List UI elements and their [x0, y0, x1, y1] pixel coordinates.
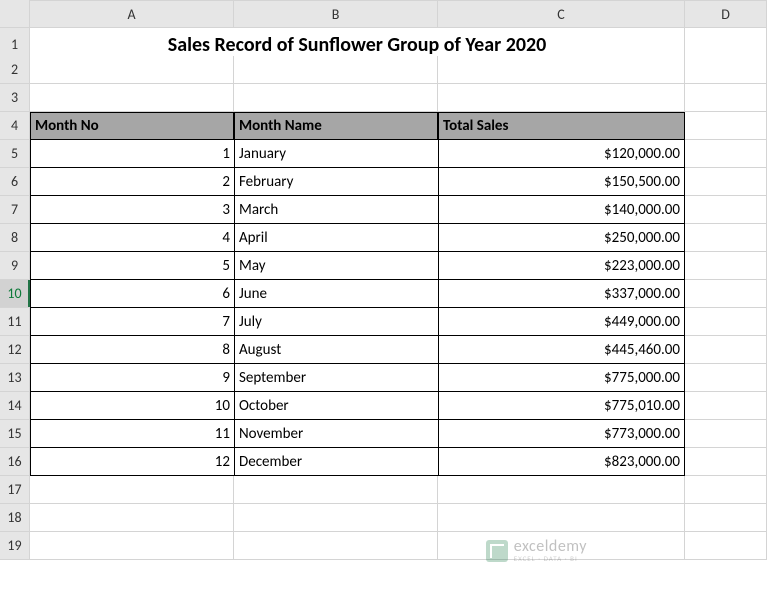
cell-month-no[interactable]: 11: [30, 420, 234, 448]
cell-b3[interactable]: [234, 84, 438, 112]
row-header-13[interactable]: 13: [0, 364, 30, 392]
header-total-sales[interactable]: Total Sales: [438, 112, 685, 140]
cell-a19[interactable]: [30, 532, 234, 560]
cell-month-name[interactable]: February: [234, 168, 438, 196]
cell-month-no[interactable]: 1: [30, 140, 234, 168]
cell-total-sales[interactable]: $449,000.00: [438, 308, 685, 336]
cell-total-sales[interactable]: $775,000.00: [438, 364, 685, 392]
cell-d17[interactable]: [685, 476, 767, 504]
row-header-6[interactable]: 6: [0, 168, 30, 196]
cell-month-name[interactable]: December: [234, 448, 438, 476]
row-header-3[interactable]: 3: [0, 84, 30, 112]
row-header-15[interactable]: 15: [0, 420, 30, 448]
row-header-14[interactable]: 14: [0, 392, 30, 420]
cell-total-sales[interactable]: $823,000.00: [438, 448, 685, 476]
cell-b2[interactable]: [234, 56, 438, 84]
cell-d7[interactable]: [685, 196, 767, 224]
cell-d2[interactable]: [685, 56, 767, 84]
cell-month-no[interactable]: 12: [30, 448, 234, 476]
cell-a18[interactable]: [30, 504, 234, 532]
cell-month-name[interactable]: June: [234, 280, 438, 308]
cell-total-sales[interactable]: $223,000.00: [438, 252, 685, 280]
cell-month-name[interactable]: April: [234, 224, 438, 252]
cell-d3[interactable]: [685, 84, 767, 112]
cell-month-no[interactable]: 8: [30, 336, 234, 364]
cell-c18[interactable]: [438, 504, 685, 532]
cell-c17[interactable]: [438, 476, 685, 504]
cell-month-name[interactable]: November: [234, 420, 438, 448]
cell-total-sales[interactable]: $140,000.00: [438, 196, 685, 224]
cell-d12[interactable]: [685, 336, 767, 364]
row-header-16[interactable]: 16: [0, 448, 30, 476]
cell-b19[interactable]: [234, 532, 438, 560]
cell-b18[interactable]: [234, 504, 438, 532]
spreadsheet-grid: A B C D 1 Sales Record of Sunflower Grou…: [0, 0, 767, 560]
cell-d14[interactable]: [685, 392, 767, 420]
cell-month-name[interactable]: January: [234, 140, 438, 168]
cell-total-sales[interactable]: $150,500.00: [438, 168, 685, 196]
row-header-9[interactable]: 9: [0, 252, 30, 280]
cell-month-name[interactable]: September: [234, 364, 438, 392]
cell-d6[interactable]: [685, 168, 767, 196]
col-header-a[interactable]: A: [30, 0, 234, 28]
row-header-19[interactable]: 19: [0, 532, 30, 560]
row-header-4[interactable]: 4: [0, 112, 30, 140]
cell-d18[interactable]: [685, 504, 767, 532]
cell-d19[interactable]: [685, 532, 767, 560]
cell-c2[interactable]: [438, 56, 685, 84]
cell-d10[interactable]: [685, 280, 767, 308]
row-header-2[interactable]: 2: [0, 56, 30, 84]
cell-month-no[interactable]: 2: [30, 168, 234, 196]
cell-total-sales[interactable]: $773,000.00: [438, 420, 685, 448]
col-header-c[interactable]: C: [438, 0, 685, 28]
cell-month-no[interactable]: 7: [30, 308, 234, 336]
cell-month-name[interactable]: May: [234, 252, 438, 280]
cell-total-sales[interactable]: $250,000.00: [438, 224, 685, 252]
cell-month-name[interactable]: March: [234, 196, 438, 224]
cell-total-sales[interactable]: $445,460.00: [438, 336, 685, 364]
row-header-11[interactable]: 11: [0, 308, 30, 336]
cell-d13[interactable]: [685, 364, 767, 392]
cell-d11[interactable]: [685, 308, 767, 336]
row-header-7[interactable]: 7: [0, 196, 30, 224]
cell-a17[interactable]: [30, 476, 234, 504]
cell-total-sales[interactable]: $120,000.00: [438, 140, 685, 168]
cell-month-name[interactable]: July: [234, 308, 438, 336]
col-header-d[interactable]: D: [685, 0, 767, 28]
cell-d9[interactable]: [685, 252, 767, 280]
cell-d5[interactable]: [685, 140, 767, 168]
row-header-18[interactable]: 18: [0, 504, 30, 532]
cell-d15[interactable]: [685, 420, 767, 448]
cell-d4[interactable]: [685, 112, 767, 140]
cell-c3[interactable]: [438, 84, 685, 112]
header-month-name[interactable]: Month Name: [234, 112, 438, 140]
select-all-corner[interactable]: [0, 0, 30, 28]
cell-month-no[interactable]: 4: [30, 224, 234, 252]
cell-a3[interactable]: [30, 84, 234, 112]
cell-total-sales[interactable]: $775,010.00: [438, 392, 685, 420]
cell-d8[interactable]: [685, 224, 767, 252]
cell-month-name[interactable]: August: [234, 336, 438, 364]
cell-c19[interactable]: [438, 532, 685, 560]
cell-month-no[interactable]: 9: [30, 364, 234, 392]
cell-a2[interactable]: [30, 56, 234, 84]
cell-d16[interactable]: [685, 448, 767, 476]
header-month-no[interactable]: Month No: [30, 112, 234, 140]
cell-month-no[interactable]: 5: [30, 252, 234, 280]
cell-month-no[interactable]: 10: [30, 392, 234, 420]
row-header-17[interactable]: 17: [0, 476, 30, 504]
col-header-b[interactable]: B: [234, 0, 438, 28]
row-header-5[interactable]: 5: [0, 140, 30, 168]
row-header-12[interactable]: 12: [0, 336, 30, 364]
cell-month-no[interactable]: 3: [30, 196, 234, 224]
row-header-10[interactable]: 10: [0, 280, 30, 308]
cell-b17[interactable]: [234, 476, 438, 504]
row-header-8[interactable]: 8: [0, 224, 30, 252]
cell-month-name[interactable]: October: [234, 392, 438, 420]
cell-month-no[interactable]: 6: [30, 280, 234, 308]
cell-total-sales[interactable]: $337,000.00: [438, 280, 685, 308]
